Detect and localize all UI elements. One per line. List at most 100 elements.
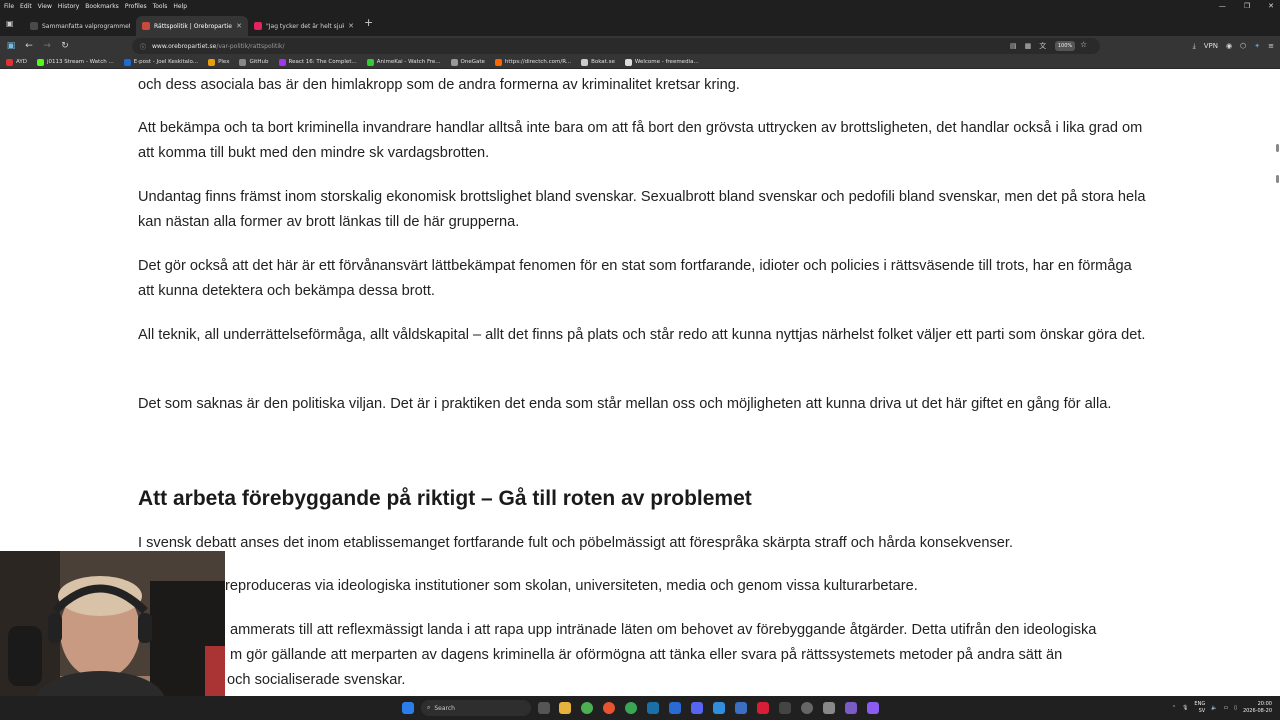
taskbar-search[interactable]: ⌕ Search xyxy=(421,700,531,716)
minimize-icon[interactable]: — xyxy=(1219,2,1226,10)
clock[interactable]: 20:00 2026-08-20 xyxy=(1243,701,1272,715)
bookmark-icon xyxy=(581,58,589,66)
extensions-icon[interactable]: ⬡ xyxy=(1240,42,1246,50)
menu-edit[interactable]: Edit xyxy=(20,3,32,10)
search-icon: ⌕ xyxy=(427,704,431,711)
bookmark-icon xyxy=(36,58,44,66)
reader-view-icon[interactable]: ▤ xyxy=(1010,42,1017,50)
menu-tools[interactable]: Tools xyxy=(153,3,168,10)
task-view-icon[interactable] xyxy=(538,702,550,714)
tab-close-icon[interactable]: ✕ xyxy=(348,22,354,30)
bookmark-react[interactable]: React 16: The Complet... xyxy=(278,58,357,66)
article-paragraph: och socialiserade svenskar. xyxy=(227,672,406,688)
article-paragraph: I svensk debatt anses det inom etablisse… xyxy=(138,535,1014,551)
vpn-button[interactable]: VPN xyxy=(1204,42,1218,50)
menu-history[interactable]: History xyxy=(58,3,79,10)
file-explorer-icon[interactable] xyxy=(559,702,571,714)
bookmark-icon xyxy=(450,58,458,66)
microphone-icon[interactable]: 🎙 xyxy=(1182,705,1188,711)
back-icon[interactable]: ← xyxy=(20,41,38,51)
bookmark-stream[interactable]: j0113 Stream - Watch ... xyxy=(36,58,114,66)
bookmark-icon xyxy=(366,58,374,66)
tab-favicon-icon xyxy=(254,22,262,30)
tab-actions-icon[interactable]: ▣ xyxy=(6,19,14,28)
taskbar: ⌕ Search ⌃ 🎙 ENG SV 🔈 ▭ ▯ 20:00 2026-08-20 xyxy=(0,696,1280,720)
bookmark-icon xyxy=(278,58,286,66)
visual-studio-icon[interactable] xyxy=(735,702,747,714)
url-path: /var-politik/rattspolitik/ xyxy=(216,42,285,50)
bookmark-directch[interactable]: https://directch.com/R... xyxy=(494,58,571,66)
profile-icon[interactable]: ◉ xyxy=(1226,42,1232,50)
new-tab-button[interactable]: + xyxy=(364,16,373,29)
tab-sammanfatta[interactable]: Sammanfatta valprogrammet xyxy=(24,16,136,36)
restore-icon[interactable]: ❐ xyxy=(1244,2,1250,10)
bookmark-icon xyxy=(123,58,131,66)
close-icon[interactable]: ✕ xyxy=(1268,2,1274,10)
menu-bookmarks[interactable]: Bookmarks xyxy=(85,3,119,10)
menu-help[interactable]: Help xyxy=(173,3,187,10)
bookmark-github[interactable]: GitHub xyxy=(239,58,269,66)
tab-title: Sammanfatta valprogrammet xyxy=(42,22,130,30)
app-icon[interactable] xyxy=(757,702,769,714)
bookmark-epost[interactable]: E-post - Joel Keskitalo... xyxy=(123,58,198,66)
menu-profiles[interactable]: Profiles xyxy=(125,3,147,10)
bookmark-icon xyxy=(624,58,632,66)
bookmark-bokat[interactable]: Bokat.se xyxy=(581,58,615,66)
address-bar[interactable]: ⓘ www.orebropartiet.se/var-politik/ratts… xyxy=(132,38,1100,54)
reload-icon[interactable]: ↻ xyxy=(56,41,74,51)
teams-icon[interactable] xyxy=(845,702,857,714)
tab-title: Rättspolitik | Örebropartiet xyxy=(154,22,233,30)
bookmark-star-icon[interactable]: ☆ xyxy=(1080,40,1087,49)
firefox-icon[interactable] xyxy=(603,702,615,714)
bookmark-plex[interactable]: Plex xyxy=(208,58,229,66)
tab-jag-tycker[interactable]: "Jag tycker det är helt sjukt att ✕ xyxy=(248,16,360,36)
bookmark-onegate[interactable]: OneGate xyxy=(450,58,485,66)
start-icon[interactable] xyxy=(402,702,414,714)
menu-icon[interactable]: ≡ xyxy=(1268,42,1274,50)
forward-icon[interactable]: → xyxy=(38,41,56,51)
chrome-icon[interactable] xyxy=(581,702,593,714)
tray-expand-icon[interactable]: ⌃ xyxy=(1172,705,1176,711)
menu-file[interactable]: File xyxy=(4,3,14,10)
webcam-person-image xyxy=(0,551,225,720)
language-indicator[interactable]: ENG SV xyxy=(1194,701,1205,715)
app-icon[interactable] xyxy=(669,702,681,714)
article-paragraph: och dess asociala bas är den himlakropp … xyxy=(138,77,740,93)
tab-rattspolitik[interactable]: Rättspolitik | Örebropartiet ✕ xyxy=(136,16,248,36)
translate-icon[interactable]: 文 xyxy=(1039,41,1046,51)
app-icon[interactable] xyxy=(823,702,835,714)
steam-icon[interactable] xyxy=(647,702,659,714)
tab-close-icon[interactable]: ✕ xyxy=(236,22,242,30)
search-placeholder: Search xyxy=(434,704,455,712)
app-icon[interactable] xyxy=(867,702,879,714)
url-domain: www.orebropartiet.se xyxy=(152,42,217,50)
site-info-icon[interactable]: ⓘ xyxy=(140,42,146,51)
app-icon[interactable] xyxy=(779,702,791,714)
scrollbar-thumb[interactable] xyxy=(1276,175,1279,183)
vscode-icon[interactable] xyxy=(713,702,725,714)
bookmark-animekai[interactable]: AnimeKai - Watch Fre... xyxy=(366,58,441,66)
download-icon[interactable]: ⤓ xyxy=(1193,42,1196,51)
battery-icon[interactable]: ▯ xyxy=(1234,705,1237,711)
article-paragraph: Undantag finns främst inom storskalig ek… xyxy=(138,189,1146,230)
speaker-icon[interactable]: 🔈 xyxy=(1211,705,1217,711)
network-icon[interactable]: ▭ xyxy=(1223,705,1228,711)
scrollbar-marker[interactable] xyxy=(1276,144,1279,152)
extension-icon[interactable]: ✦ xyxy=(1254,42,1260,50)
bookmark-icon xyxy=(208,58,216,66)
bookmark-freemedia[interactable]: Welcome - freemedia... xyxy=(624,58,699,66)
zoom-level[interactable]: 100% xyxy=(1055,41,1075,51)
browser-icon[interactable] xyxy=(625,702,637,714)
app-icon[interactable] xyxy=(801,702,813,714)
article-paragraph: Det som saknas är den politiska viljan. … xyxy=(138,396,1112,412)
address-actions: ▤ ▦ 文 xyxy=(1010,36,1046,56)
article-paragraph: All teknik, all underrättelseförmåga, al… xyxy=(138,327,1146,343)
article-paragraph: reproduceras via ideologiska institution… xyxy=(225,578,918,594)
bookmark-ayd[interactable]: AYD xyxy=(6,58,27,66)
menu-bar: File Edit View History Bookmarks Profile… xyxy=(0,0,1280,12)
menu-view[interactable]: View xyxy=(38,3,52,10)
screenshot-icon[interactable]: ▦ xyxy=(1025,42,1032,50)
sidebar-icon[interactable]: ▣ xyxy=(2,41,20,51)
discord-icon[interactable] xyxy=(691,702,703,714)
article-paragraph: ammerats till att reflexmässigt landa i … xyxy=(230,622,1097,638)
